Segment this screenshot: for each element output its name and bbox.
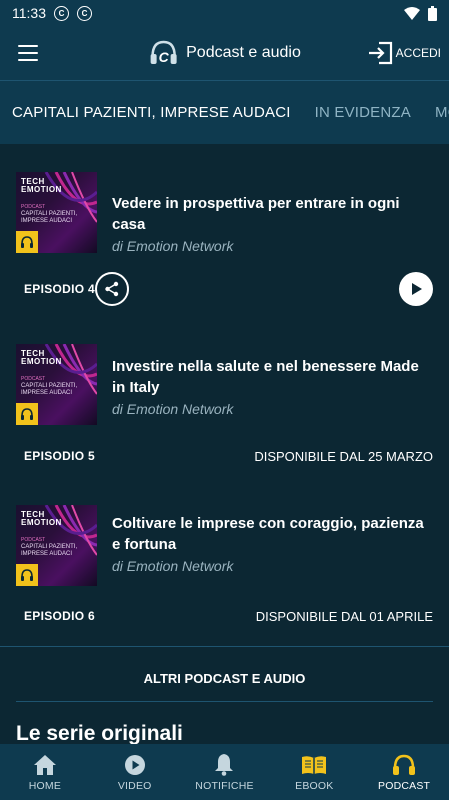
nav-notifiche[interactable]: NOTIFICHE (180, 744, 270, 800)
availability-date: DISPONIBILE DAL 25 MARZO (254, 448, 433, 464)
headphones-icon (393, 754, 416, 775)
more-podcasts-button[interactable]: ALTRI PODCAST E AUDIO (16, 655, 433, 701)
episode-item[interactable]: TECH EMOTION PODCAST CAPITALI PAZIENTI, I… (0, 324, 449, 487)
episode-item[interactable]: TECH EMOTION PODCAST CAPITALI PAZIENTI, I… (0, 144, 449, 324)
page-title: Podcast e audio (186, 44, 301, 61)
nav-podcast[interactable]: PODCAST (359, 744, 449, 800)
app-title-group: C Podcast e audio (148, 38, 301, 68)
cover-title: CAPITALI PAZIENTI, IMPRESE AUDACI (21, 544, 78, 557)
episode-list: TECH EMOTION PODCAST CAPITALI PAZIENTI, I… (0, 144, 449, 746)
tab-morire[interactable]: MORIRE (423, 104, 449, 121)
bell-icon (215, 754, 234, 776)
status-bar: 11:33 C C (0, 0, 449, 26)
cover-title: CAPITALI PAZIENTI, IMPRESE AUDACI (21, 383, 78, 396)
episode-title[interactable]: Coltivare le imprese con coraggio, pazie… (112, 513, 433, 555)
headphones-badge-icon (16, 564, 38, 586)
nav-label: VIDEO (117, 779, 152, 792)
nav-home[interactable]: HOME (0, 744, 90, 800)
nav-label: EBOOK (295, 779, 334, 792)
book-icon (302, 755, 327, 774)
play-icon (412, 283, 422, 295)
cover-brand: TECH EMOTION (21, 510, 62, 527)
nav-ebook[interactable]: EBOOK (269, 744, 359, 800)
headphones-logo-icon: C (150, 40, 177, 65)
podcast-cover: TECH EMOTION PODCAST CAPITALI PAZIENTI, I… (16, 172, 97, 253)
availability-date: DISPONIBILE DAL 01 APRILE (255, 608, 433, 624)
cover-title: CAPITALI PAZIENTI, IMPRESE AUDACI (21, 211, 78, 224)
episode-number: EPISODIO 4 (24, 282, 96, 296)
login-label: ACCEDI (395, 46, 441, 60)
podcast-cover: TECH EMOTION PODCAST CAPITALI PAZIENTI, I… (16, 344, 97, 425)
category-tabs: CAPITALI PAZIENTI, IMPRESE AUDACI IN EVI… (0, 80, 449, 144)
headphones-badge-icon (16, 403, 38, 425)
episode-number: EPISODIO 5 (24, 449, 96, 463)
battery-icon (428, 5, 437, 21)
notification-app-icon-2: C (77, 5, 92, 21)
app-bar: C Podcast e audio ACCEDI (0, 26, 449, 80)
tab-capitali-pazienti[interactable]: CAPITALI PAZIENTI, IMPRESE AUDACI (0, 104, 303, 121)
tab-in-evidenza[interactable]: IN EVIDENZA (303, 104, 423, 121)
notification-app-icon: C (54, 5, 69, 21)
bottom-navigation: HOME VIDEO NOTIFICHE EBOOK PODCAST (0, 744, 449, 800)
svg-text:C: C (158, 49, 169, 65)
wifi-icon (404, 6, 420, 20)
menu-icon[interactable] (18, 45, 38, 61)
cover-podcast-label: PODCAST (21, 376, 46, 382)
share-icon (105, 281, 119, 297)
section-title: Le serie originali (16, 722, 183, 745)
episode-author: di Emotion Network (112, 238, 234, 254)
episode-item[interactable]: TECH EMOTION PODCAST CAPITALI PAZIENTI, I… (0, 487, 449, 646)
home-icon (33, 754, 56, 775)
episode-title[interactable]: Investire nella salute e nel benessere M… (112, 356, 433, 398)
episode-title[interactable]: Vedere in prospettiva per entrare in ogn… (112, 193, 433, 235)
nav-video[interactable]: VIDEO (90, 744, 180, 800)
cover-brand: TECH EMOTION (21, 177, 62, 194)
status-time: 11:33 (12, 5, 46, 21)
podcast-cover: TECH EMOTION PODCAST CAPITALI PAZIENTI, I… (16, 505, 97, 586)
nav-label: HOME (28, 779, 62, 792)
login-icon (368, 41, 392, 65)
cover-podcast-label: PODCAST (21, 204, 46, 210)
cover-brand: TECH EMOTION (21, 349, 62, 366)
headphones-badge-icon (16, 231, 38, 253)
episode-number: EPISODIO 6 (24, 609, 96, 623)
nav-label: PODCAST (378, 779, 431, 792)
nav-label: NOTIFICHE (195, 779, 254, 792)
episode-author: di Emotion Network (112, 401, 234, 417)
play-button[interactable] (399, 272, 433, 306)
login-button[interactable]: ACCEDI (368, 41, 441, 65)
video-icon (124, 754, 145, 775)
cover-podcast-label: PODCAST (21, 537, 46, 543)
share-button[interactable] (95, 272, 129, 306)
episode-author: di Emotion Network (112, 558, 234, 574)
